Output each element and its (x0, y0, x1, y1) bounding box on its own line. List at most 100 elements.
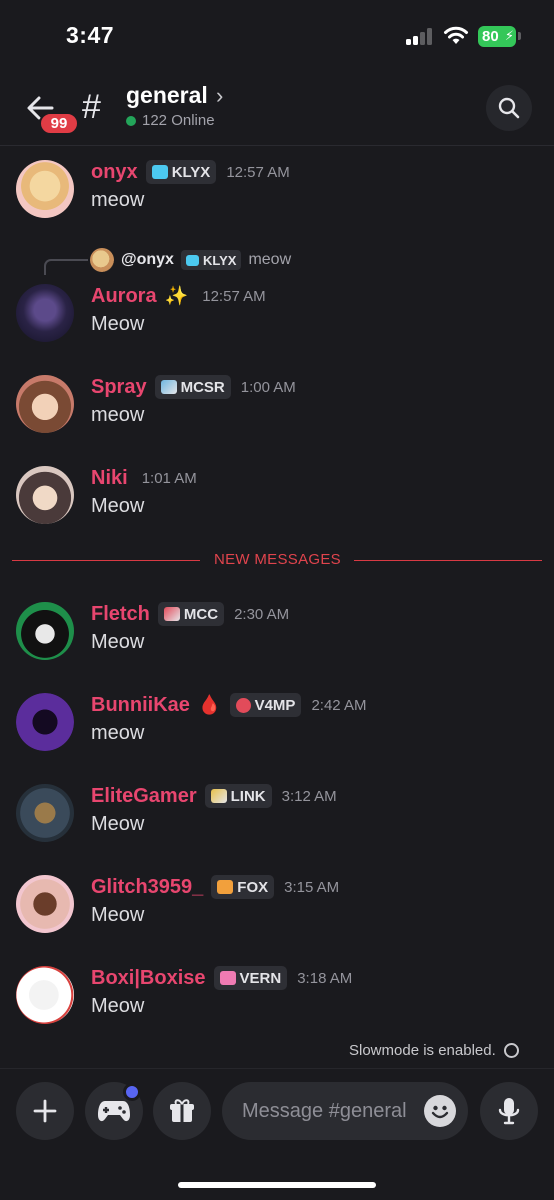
sword-icon (160, 380, 177, 394)
reply-preview[interactable]: @onyx KLYX meow (90, 247, 291, 273)
timestamp: 2:30 AM (234, 605, 290, 623)
search-button[interactable] (486, 85, 532, 131)
server-tag[interactable]: FOX (211, 875, 275, 899)
timestamp: 2:42 AM (311, 696, 367, 714)
message[interactable]: onyx KLYX 12:57 AM meow (0, 158, 554, 238)
avatar[interactable] (16, 284, 74, 342)
message-text: Meow (91, 904, 145, 926)
username[interactable]: Aurora (91, 285, 157, 308)
message[interactable]: Fletch MCC 2:30 AM Meow (0, 600, 554, 680)
timestamp: 1:01 AM (141, 469, 197, 487)
slowmode-text: Slowmode is enabled. (349, 1042, 496, 1059)
fang-icon (235, 697, 251, 713)
activity-notification-dot (123, 1083, 141, 1101)
home-indicator[interactable] (178, 1182, 376, 1188)
username[interactable]: EliteGamer (91, 785, 197, 808)
avatar[interactable] (16, 160, 74, 218)
message-header: Spray MCSR 1:00 AM (91, 373, 296, 401)
avatar[interactable] (16, 875, 74, 933)
chevron-right-icon[interactable]: › (216, 83, 223, 109)
online-status-dot (126, 116, 136, 126)
message-header: Boxi|Boxise VERN 3:18 AM (91, 964, 352, 992)
server-tag[interactable]: KLYX (145, 160, 217, 184)
message-list[interactable]: onyx KLYX 12:57 AM meow @onyx KLYX meow … (0, 147, 554, 1067)
wifi-icon (444, 26, 468, 44)
search-icon (498, 97, 520, 119)
avatar[interactable] (16, 602, 74, 660)
server-tag[interactable]: MCSR (154, 375, 231, 399)
avatar[interactable] (16, 375, 74, 433)
message[interactable]: Niki 1:01 AM Meow (0, 464, 554, 544)
heart-icon (185, 254, 199, 266)
avatar[interactable] (16, 966, 74, 1024)
channel-name[interactable]: general (126, 82, 208, 109)
message-header: EliteGamer LINK 3:12 AM (91, 782, 337, 810)
divider-line-right (354, 560, 542, 561)
avatar[interactable] (16, 784, 74, 842)
message-text: Meow (91, 313, 145, 335)
unread-badge: 99 (39, 112, 79, 135)
server-tag[interactable]: MCC (157, 602, 225, 626)
sword-icon (210, 789, 227, 803)
message-text: meow (91, 404, 145, 426)
emoji-button[interactable] (424, 1095, 456, 1127)
message-header: Fletch MCC 2:30 AM (91, 600, 289, 628)
username[interactable]: Fletch (91, 603, 150, 626)
username[interactable]: Niki (91, 467, 128, 490)
reply-username: @onyx (121, 251, 174, 268)
username[interactable]: Glitch3959_ (91, 876, 203, 899)
message-input-placeholder: Message #general (242, 1100, 407, 1122)
timestamp: 1:00 AM (240, 378, 296, 396)
tag-label: MCSR (180, 378, 225, 396)
server-tag[interactable]: LINK (204, 784, 272, 808)
message-header: BunniiKae 🩸 V4MP 2:42 AM (91, 691, 366, 719)
message-text: meow (91, 189, 145, 211)
stopwatch-icon (503, 1043, 519, 1058)
gift-icon (170, 1099, 194, 1122)
sword-icon (163, 607, 180, 621)
username[interactable]: onyx (91, 161, 138, 184)
divider-line-left (12, 560, 200, 561)
server-tag[interactable]: VERN (213, 966, 288, 990)
status-time: 3:47 (66, 22, 115, 48)
battery-icon: 80 ⚡ (478, 26, 516, 47)
timestamp: 12:57 AM (226, 163, 290, 181)
message-text: Meow (91, 495, 145, 517)
reply-avatar (90, 248, 114, 272)
plus-icon (33, 1099, 57, 1123)
tag-label: VERN (239, 969, 282, 987)
message-text: meow (91, 722, 145, 744)
timestamp: 3:12 AM (281, 787, 337, 805)
new-messages-divider: NEW MESSAGES (12, 551, 542, 568)
battery-level: 80 (482, 28, 499, 45)
tag-label: MCC (183, 605, 219, 623)
message[interactable]: Glitch3959_ FOX 3:15 AM Meow (0, 873, 554, 953)
message[interactable]: BunniiKae 🩸 V4MP 2:42 AM meow (0, 691, 554, 771)
online-count: 122 Online (142, 112, 215, 129)
message[interactable]: EliteGamer LINK 3:12 AM Meow (0, 782, 554, 862)
voice-message-button[interactable] (480, 1082, 538, 1140)
message-header: Aurora ✨ 12:57 AM (91, 282, 266, 310)
message[interactable]: Aurora ✨ 12:57 AM Meow (0, 282, 554, 362)
gift-button[interactable] (153, 1082, 211, 1140)
add-attachment-button[interactable] (16, 1082, 74, 1140)
timestamp: 3:15 AM (284, 878, 340, 896)
message[interactable]: Boxi|Boxise VERN 3:18 AM Meow (0, 964, 554, 1044)
avatar[interactable] (16, 466, 74, 524)
avatar[interactable] (16, 693, 74, 751)
message-input[interactable]: Message #general (222, 1082, 468, 1140)
message-text: Meow (91, 995, 145, 1017)
timestamp: 3:18 AM (297, 969, 353, 987)
channel-header: 99 # general › 122 Online (0, 70, 554, 146)
message-text: Meow (91, 631, 145, 653)
username[interactable]: Boxi|Boxise (91, 967, 206, 990)
username[interactable]: Spray (91, 376, 147, 399)
charging-bolt-icon: ⚡ (504, 28, 514, 43)
heart-icon (217, 880, 234, 894)
server-tag[interactable]: V4MP (229, 693, 302, 717)
message-header: Niki 1:01 AM (91, 464, 197, 492)
message[interactable]: Spray MCSR 1:00 AM meow (0, 373, 554, 453)
username[interactable]: BunniiKae (91, 694, 190, 717)
battery-tip (518, 32, 521, 40)
gamepad-icon (98, 1101, 130, 1122)
